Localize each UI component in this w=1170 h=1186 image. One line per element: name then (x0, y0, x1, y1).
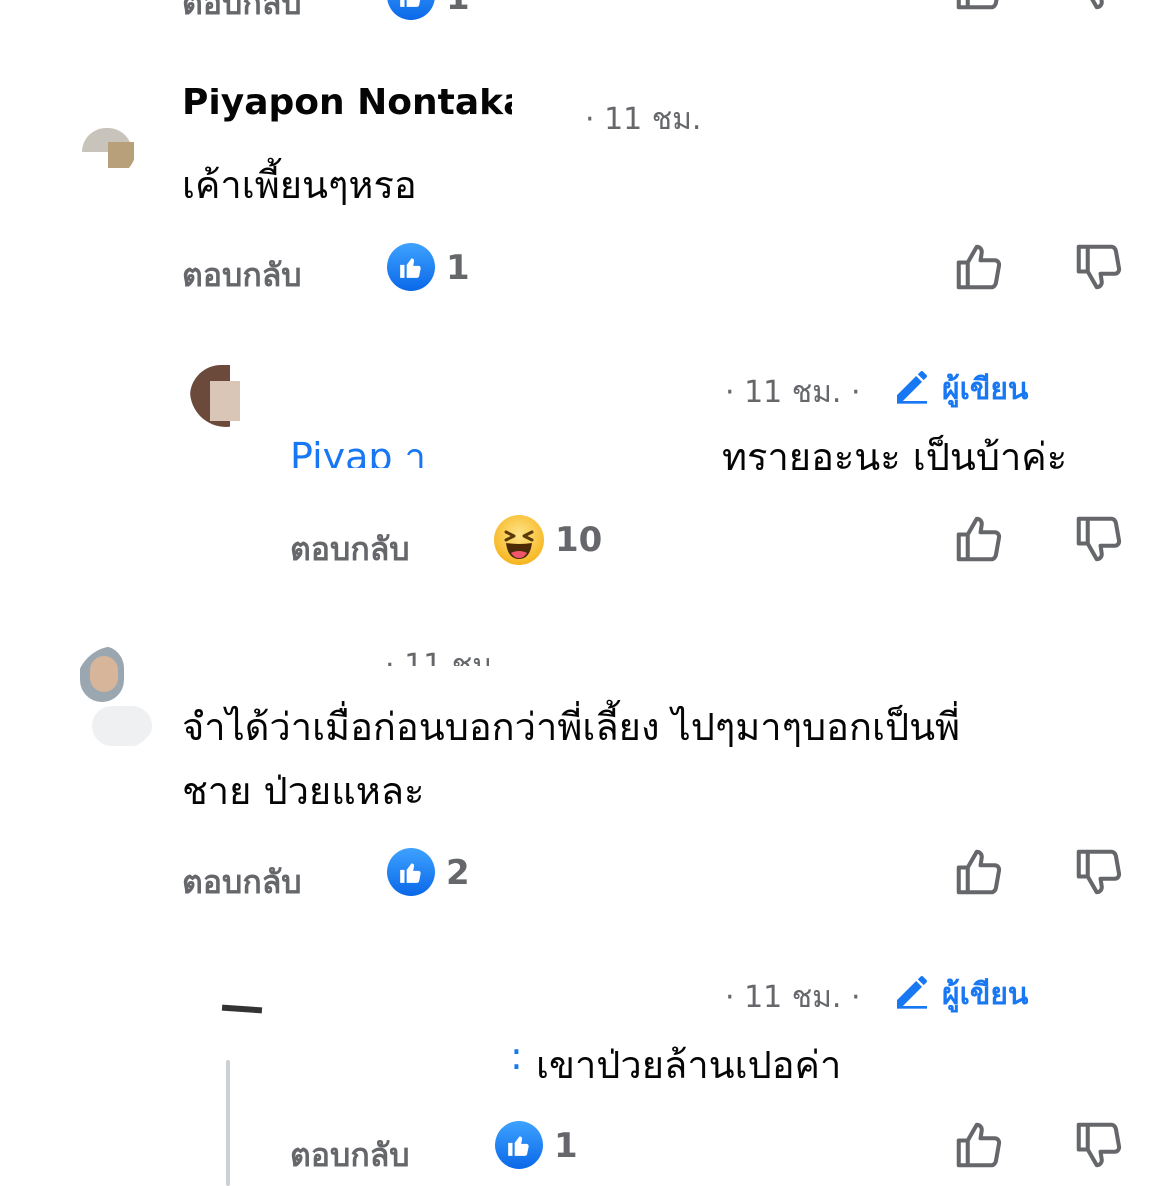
author-badge: ผู้เขียน (942, 977, 1029, 1012)
comment-text-line-2: ชาย ป่วยแหละ (182, 769, 425, 813)
comment-text: เค้าเพี้ยนๆหรอ (182, 163, 417, 207)
commenter-name[interactable]: Piyapon Nontaka (182, 88, 512, 123)
reply-button[interactable]: ตอบกลับ (290, 1130, 410, 1181)
mention-link[interactable]: : (510, 1034, 523, 1078)
thumbs-down-icon[interactable] (1072, 0, 1126, 14)
reply-button[interactable]: ตอบกลับ (182, 857, 302, 908)
comment-timestamp[interactable]: · 11 ชม. · (725, 974, 861, 1021)
comment-text: ทรายอะนะ เป็นบ้าค่ะ (722, 435, 1068, 479)
thumbs-up-icon[interactable] (952, 512, 1006, 566)
pencil-icon (897, 371, 927, 404)
thumbs-up-icon[interactable] (952, 0, 1006, 14)
thumbs-up-icon[interactable] (952, 1118, 1006, 1172)
avatar[interactable] (76, 646, 158, 750)
reaction-count: 10 (555, 520, 603, 560)
comment-timestamp[interactable]: · 11 ชม. · (725, 369, 861, 416)
like-reaction-icon (387, 848, 435, 896)
pencil-icon (897, 976, 927, 1009)
avatar[interactable] (190, 355, 262, 427)
comment-timestamp[interactable]: · 11 ชม. (385, 642, 501, 666)
haha-reaction-icon (494, 515, 544, 565)
like-count: 1 (446, 0, 470, 18)
comment-text: เขาป่วยล้านเปอค่า (536, 1043, 842, 1087)
like-count: 1 (446, 248, 470, 288)
thread-line (226, 1060, 230, 1186)
thumbs-down-icon[interactable] (1072, 845, 1126, 899)
comment-timestamp[interactable]: · 11 ชม. (585, 96, 701, 143)
comment-text-line-1: จำได้ว่าเมื่อก่อนบอกว่าพี่เลี้ยง ไปๆมาๆบ… (182, 705, 961, 749)
avatar[interactable] (78, 120, 136, 178)
reply-button[interactable]: ตอบกลับ (182, 250, 302, 301)
like-reaction-icon (387, 0, 435, 20)
author-badge: ผู้เขียน (942, 372, 1029, 407)
avatar[interactable] (221, 1002, 264, 1016)
reply-button[interactable]: ตอบกลับ (182, 0, 302, 29)
thumbs-up-icon[interactable] (952, 240, 1006, 294)
thumbs-down-icon[interactable] (1072, 512, 1126, 566)
like-count: 2 (446, 853, 470, 893)
thumbs-up-icon[interactable] (952, 845, 1006, 899)
like-count: 1 (554, 1126, 578, 1166)
thumbs-down-icon[interactable] (1072, 1118, 1126, 1172)
reply-button[interactable]: ตอบกลับ (290, 524, 410, 575)
like-reaction-icon (387, 243, 435, 291)
mention-link[interactable]: Piyap า (290, 430, 426, 468)
like-reaction-icon (495, 1121, 543, 1169)
thumbs-down-icon[interactable] (1072, 240, 1126, 294)
